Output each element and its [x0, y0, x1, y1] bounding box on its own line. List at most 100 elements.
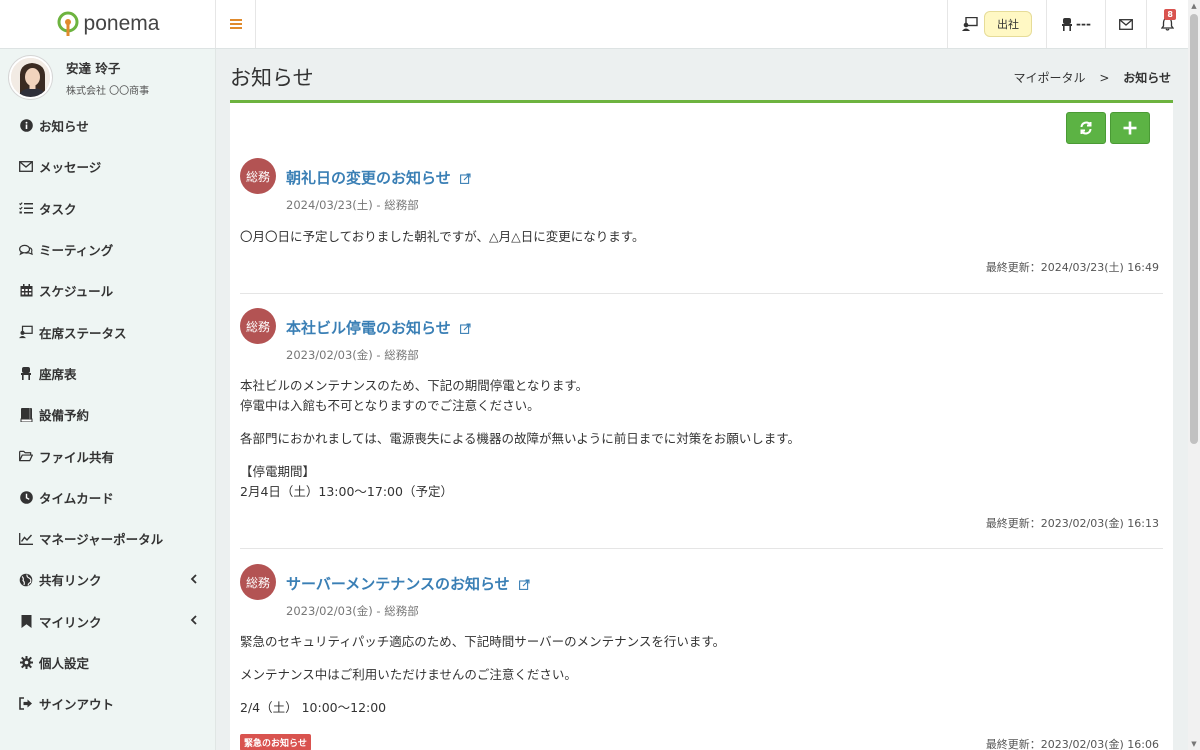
sidebar-item-7[interactable]: 座席表	[0, 353, 215, 394]
hamburger-icon	[229, 19, 242, 29]
external-link-icon[interactable]	[459, 323, 471, 334]
chart-icon	[19, 532, 33, 546]
gear-icon	[19, 656, 33, 670]
notice-body-text: 2/4（土） 10:00〜12:00	[240, 700, 387, 715]
toolbar	[1066, 112, 1150, 144]
scroll-up-arrow-icon[interactable]: ▲	[1188, 0, 1200, 12]
notice-body-text: 各部門におかれましては、電源喪失による機器の故障が無いように前日までに対策をお願…	[240, 431, 801, 446]
notice-meta: 2023/02/03(金) - 総務部	[286, 348, 419, 362]
sidebar-item-9[interactable]: ファイル共有	[0, 435, 215, 476]
urgent-badge: 緊急のお知らせ	[240, 734, 311, 750]
envelope-icon	[19, 160, 33, 174]
sidebar-item-3[interactable]: タスク	[0, 188, 215, 229]
seat-button[interactable]: ---	[1046, 0, 1105, 48]
notice-body-text: メンテナンス中はご利用いただけませんのご注意ください。	[240, 667, 577, 682]
envelope-icon	[1119, 18, 1133, 30]
sidebar-item-label: ミーティング	[39, 243, 114, 259]
presence-status-button[interactable]: 出社	[947, 0, 1046, 48]
notice-title-link[interactable]: サーバーメンテナンスのお知らせ	[286, 575, 510, 593]
notice-meta: 2024/03/23(土) - 総務部	[286, 198, 419, 212]
header-spacer	[256, 0, 947, 48]
notice-body-text: 本社ビルのメンテナンスのため、下記の期間停電となります。	[240, 378, 589, 393]
chair-icon	[19, 366, 33, 380]
sidebar-item-label: タイムカード	[39, 490, 114, 506]
refresh-button[interactable]	[1066, 112, 1106, 144]
sidebar-item-label: 設備予約	[39, 408, 90, 424]
notice-body-text: 停電中は入館も不可となりますのでご注意ください。	[240, 398, 540, 413]
ponema-logo-icon	[57, 11, 79, 36]
divider	[240, 548, 1163, 549]
notice-updated: 最終更新：2023/02/03(金) 16:13	[985, 517, 1159, 530]
sidebar-item-label: お知らせ	[39, 119, 89, 135]
sidebar-item-11[interactable]: マネージャーポータル	[0, 518, 215, 559]
notice-panel: 総務 朝礼日の変更のお知らせ 2024/03/23(土) - 総務部 〇月〇日に…	[230, 100, 1173, 750]
sidebar-item-8[interactable]: 設備予約	[0, 394, 215, 435]
breadcrumb-parent-link[interactable]: マイポータル	[1014, 71, 1086, 85]
notice-item: 総務 本社ビル停電のお知らせ 2023/02/03(金) - 総務部 本社ビルの…	[240, 308, 1163, 530]
messages-button[interactable]	[1105, 0, 1146, 48]
sidebar-item-label: マネージャーポータル	[39, 532, 164, 548]
sidebar-item-label: メッセージ	[39, 160, 102, 176]
sidebar-nav: お知らせメッセージタスクミーティングスケジュール在席ステータス座席表設備予約ファ…	[0, 105, 215, 724]
sidebar-item-13[interactable]: マイリンク	[0, 601, 215, 642]
sidebar-item-4[interactable]: ミーティング	[0, 229, 215, 270]
notice-body-text: 〇月〇日に予定しておりました朝礼ですが、△月△日に変更になります。	[240, 229, 645, 244]
sidebar: 安達 玲子 株式会社 〇〇商事 お知らせメッセージタスクミーティングスケジュール…	[0, 49, 216, 750]
breadcrumb-separator: >	[1099, 71, 1110, 85]
scroll-down-arrow-icon[interactable]: ▼	[1188, 738, 1200, 750]
chevron-left-icon[interactable]	[190, 614, 197, 628]
avatar	[9, 55, 52, 99]
notice-item: 総務 サーバーメンテナンスのお知らせ 2023/02/03(金) - 総務部 緊…	[240, 564, 1163, 750]
logo-text: ponema	[83, 12, 160, 35]
user-name: 安達 玲子	[66, 60, 121, 76]
bookmark-icon	[19, 614, 33, 628]
sidebar-item-14[interactable]: 個人設定	[0, 642, 215, 683]
department-badge: 総務	[240, 158, 276, 194]
external-link-icon[interactable]	[518, 579, 530, 590]
sidebar-item-label: マイリンク	[39, 614, 102, 630]
sidebar-item-12[interactable]: 共有リンク	[0, 559, 215, 600]
notifications-button[interactable]: 8	[1146, 0, 1188, 48]
sidebar-item-label: 在席ステータス	[39, 325, 127, 341]
user-profile[interactable]: 安達 玲子 株式会社 〇〇商事	[0, 49, 215, 105]
notice-title-link[interactable]: 本社ビル停電のお知らせ	[286, 319, 451, 337]
chat-bubbles-icon	[19, 243, 33, 257]
notice-updated: 最終更新：2024/03/23(土) 16:49	[985, 261, 1159, 274]
sidebar-item-label: 個人設定	[39, 656, 90, 671]
notice-updated: 最終更新：2023/02/03(金) 16:06	[985, 738, 1159, 750]
chevron-left-icon[interactable]	[190, 573, 197, 587]
notice-title-link[interactable]: 朝礼日の変更のお知らせ	[286, 169, 451, 187]
top-header: ponema 出社 --- 8	[0, 0, 1188, 49]
clock-icon	[19, 490, 33, 504]
scrollbar-thumb[interactable]	[1190, 14, 1198, 444]
department-badge: 総務	[240, 564, 276, 600]
page-scrollbar[interactable]: ▲ ▼	[1188, 0, 1200, 750]
chair-icon	[1062, 17, 1073, 31]
notice-body-text: 【停電期間】	[240, 464, 316, 479]
calendar-icon	[19, 284, 33, 298]
sign-out-icon	[19, 697, 33, 711]
sidebar-item-label: ファイル共有	[39, 449, 115, 465]
notice-body-text: 2月4日（土）13:00〜17:00（予定）	[240, 484, 453, 499]
sidebar-item-15[interactable]: サインアウト	[0, 683, 215, 724]
divider	[240, 293, 1163, 294]
sidebar-item-2[interactable]: メッセージ	[0, 146, 215, 187]
sidebar-item-label: サインアウト	[39, 697, 115, 713]
plus-icon	[1123, 121, 1137, 135]
logo[interactable]: ponema	[0, 0, 216, 48]
notice-body-text: 緊急のセキュリティパッチ適応のため、下記時間サーバーのメンテナンスを行います。	[240, 634, 726, 649]
sidebar-item-1[interactable]: お知らせ	[0, 105, 215, 146]
refresh-icon	[1080, 121, 1092, 135]
globe-icon	[19, 573, 33, 587]
book-icon	[19, 407, 33, 422]
notice-meta: 2023/02/03(金) - 総務部	[286, 604, 419, 618]
external-link-icon[interactable]	[459, 173, 471, 184]
sidebar-item-5[interactable]: スケジュール	[0, 270, 215, 311]
info-icon	[19, 119, 33, 133]
add-notice-button[interactable]	[1110, 112, 1150, 144]
sidebar-item-6[interactable]: 在席ステータス	[0, 311, 215, 352]
menu-toggle-button[interactable]	[216, 0, 256, 48]
presence-icon	[962, 17, 978, 31]
sidebar-item-label: 共有リンク	[39, 573, 102, 589]
sidebar-item-10[interactable]: タイムカード	[0, 477, 215, 518]
